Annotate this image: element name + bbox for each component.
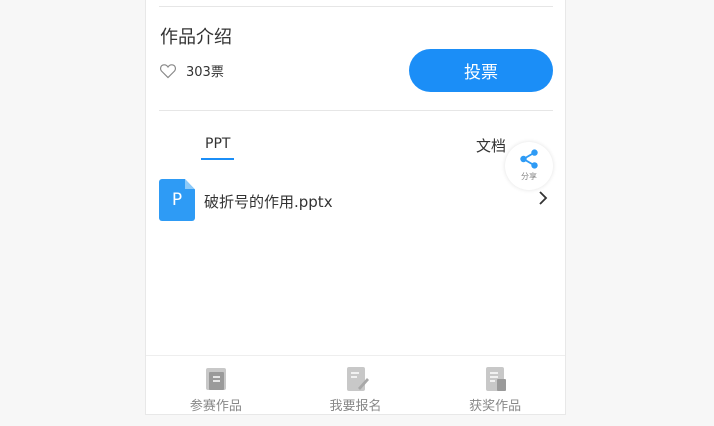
- active-tab-indicator: [201, 158, 235, 160]
- nav-awards[interactable]: 获奖作品: [425, 356, 565, 416]
- nav-entries[interactable]: 参赛作品: [146, 356, 286, 416]
- ppt-file-icon: P: [159, 179, 195, 221]
- tab-ppt[interactable]: PPT: [201, 136, 235, 160]
- nav-signup-label: 我要报名: [329, 399, 382, 414]
- nav-entries-label: 参赛作品: [189, 399, 242, 414]
- file-list-item[interactable]: P 破折号的作用.pptx: [159, 178, 553, 222]
- like-counter[interactable]: 303票: [159, 61, 224, 80]
- file-type-letter: P: [171, 190, 183, 210]
- top-divider: [159, 6, 553, 7]
- tab-document-label: 文档: [476, 137, 507, 155]
- nav-signup[interactable]: 我要报名: [286, 356, 426, 416]
- section-divider: [159, 110, 553, 111]
- vote-button[interactable]: 投票: [409, 49, 553, 92]
- signup-icon: [346, 367, 369, 391]
- entries-icon: [205, 368, 226, 390]
- work-intro-title: 作品介绍: [160, 27, 232, 48]
- share-icon: [520, 149, 538, 169]
- work-detail-page: 作品介绍 303票 投票 PPT 文档 分享 P 破折号的作用.pptx 参赛作…: [145, 0, 566, 415]
- chevron-right-icon: [539, 191, 548, 205]
- tab-ppt-label: PPT: [205, 136, 231, 152]
- awards-icon: [486, 367, 507, 391]
- file-name: 破折号的作用.pptx: [204, 193, 333, 211]
- bottom-nav: 参赛作品 我要报名 获奖作品: [146, 355, 565, 416]
- vote-count: 303票: [186, 65, 224, 80]
- heart-icon[interactable]: [159, 63, 177, 79]
- file-corner-fold: [185, 179, 195, 189]
- tab-document[interactable]: 文档: [476, 135, 506, 156]
- nav-awards-label: 获奖作品: [469, 399, 522, 414]
